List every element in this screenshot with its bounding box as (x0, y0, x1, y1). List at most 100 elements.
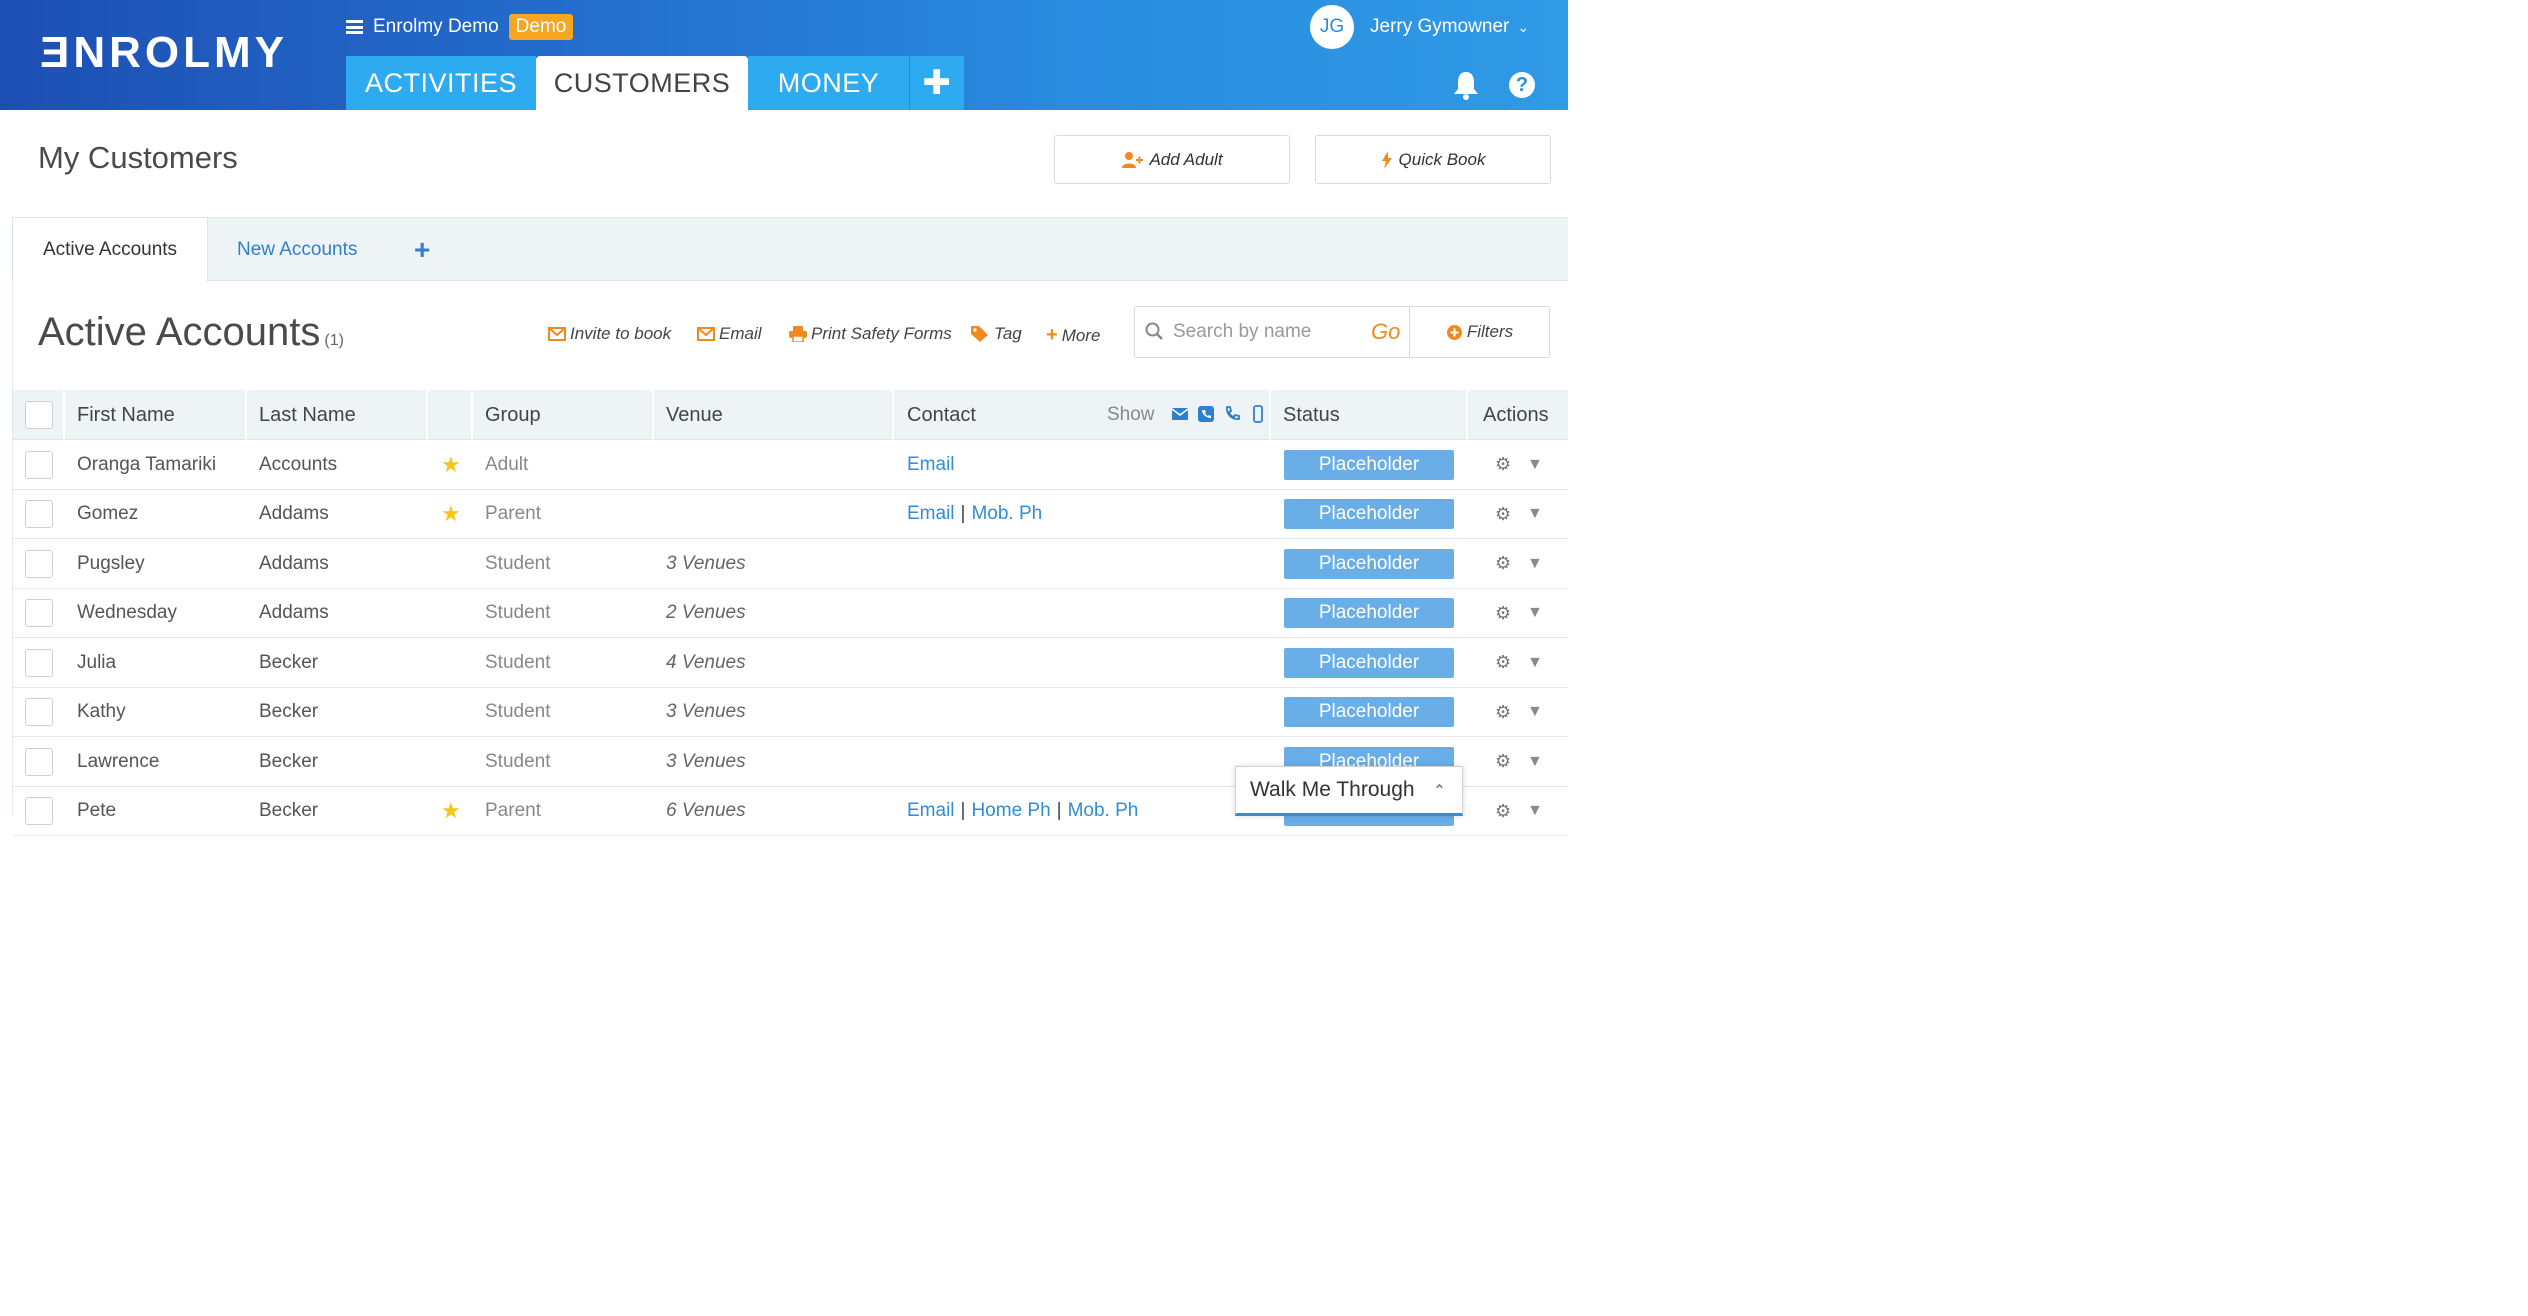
gear-icon[interactable]: ⚙ (1495, 787, 1511, 836)
bell-icon[interactable] (1452, 70, 1480, 100)
column-venue[interactable]: Venue (666, 390, 723, 440)
contact-email-link[interactable]: Email (907, 800, 955, 822)
envelope-icon[interactable] (1171, 405, 1189, 423)
table-row[interactable]: Gomez Addams ★ Parent Email | Mob. Ph Plac… (13, 489, 1568, 539)
row-checkbox[interactable] (25, 698, 53, 726)
chevron-down-icon[interactable]: ▼ (1527, 787, 1543, 836)
gear-icon[interactable]: ⚙ (1495, 490, 1511, 539)
table-row[interactable]: Wednesday Addams Student 2 Venues Placeh… (13, 588, 1568, 638)
subtab-active-accounts[interactable]: Active Accounts (12, 217, 208, 282)
phone-icon[interactable] (1223, 405, 1241, 423)
status-badge[interactable]: Placeholder (1284, 548, 1454, 579)
status-badge[interactable]: Placeholder (1284, 449, 1454, 480)
status-badge[interactable]: Placeholder (1284, 499, 1454, 529)
contact-home-link[interactable]: Home Ph (971, 800, 1050, 822)
column-group[interactable]: Group (485, 390, 541, 440)
avatar[interactable]: JG (1310, 5, 1354, 49)
status-badge[interactable]: Placeholder (1284, 647, 1454, 678)
first-name[interactable]: Lawrence (77, 737, 159, 786)
star-icon[interactable]: ★ (441, 440, 461, 489)
table-row[interactable]: Oranga Tamariki Accounts ★ Adult Email P… (13, 440, 1568, 490)
venue[interactable]: 3 Venues (666, 737, 746, 786)
venue[interactable]: 4 Venues (666, 638, 746, 687)
gear-icon[interactable]: ⚙ (1495, 539, 1511, 588)
row-checkbox[interactable] (25, 599, 53, 627)
row-checkbox[interactable] (25, 747, 53, 776)
help-icon[interactable]: ? (1509, 72, 1535, 98)
filters-button[interactable]: Filters (1411, 307, 1549, 357)
star-icon[interactable]: ★ (441, 787, 461, 836)
contact-email-link[interactable]: Email (907, 503, 955, 525)
print-safety-forms-button[interactable]: Print Safety Forms (789, 324, 952, 344)
last-name[interactable]: Becker (259, 688, 318, 737)
last-name[interactable]: Addams (259, 539, 329, 588)
more-button[interactable]: + More (1046, 324, 1100, 347)
contact-mobile-link[interactable]: Mob. Ph (1068, 800, 1139, 822)
last-name[interactable]: Addams (259, 490, 329, 539)
user-name[interactable]: Jerry Gymowner (1370, 16, 1509, 38)
tab-activities[interactable]: ACTIVITIES (346, 56, 536, 110)
table-row[interactable]: Pugsley Addams Student 3 Venues Placehol… (13, 539, 1568, 589)
first-name[interactable]: Oranga Tamariki (77, 440, 216, 489)
chevron-down-icon[interactable]: ▼ (1527, 440, 1543, 489)
first-name[interactable]: Kathy (77, 688, 126, 737)
venue[interactable]: 2 Venues (666, 589, 746, 638)
row-checkbox[interactable] (25, 549, 53, 578)
table-row[interactable]: Julia Becker Student 4 Venues Placeholde… (13, 638, 1568, 688)
first-name[interactable]: Pugsley (77, 539, 145, 588)
gear-icon[interactable]: ⚙ (1495, 589, 1511, 638)
mobile-icon[interactable] (1249, 405, 1267, 423)
chevron-up-icon[interactable]: ⌃ (1433, 781, 1446, 801)
status-badge[interactable]: Placeholder (1284, 697, 1454, 727)
chevron-down-icon[interactable]: ▼ (1527, 688, 1543, 737)
chevron-down-icon[interactable]: ⌄ (1517, 19, 1529, 36)
first-name[interactable]: Julia (77, 638, 116, 687)
column-status[interactable]: Status (1283, 390, 1340, 440)
venue[interactable]: 3 Venues (666, 688, 746, 737)
venue[interactable]: 3 Venues (666, 539, 746, 588)
status-badge[interactable]: Placeholder (1284, 598, 1454, 628)
enrolmy-logo[interactable]: ƎNROLMY (40, 28, 288, 78)
first-name[interactable]: Gomez (77, 490, 138, 539)
user-menu[interactable]: JG Jerry Gymowner ⌄ (1310, 5, 1529, 49)
column-contact[interactable]: Contact (907, 390, 976, 440)
chevron-down-icon[interactable]: ▼ (1527, 490, 1543, 539)
tab-money[interactable]: MONEY (748, 56, 910, 110)
contact-mobile-link[interactable]: Mob. Ph (971, 503, 1042, 525)
row-checkbox[interactable] (25, 450, 53, 479)
quick-book-button[interactable]: Quick Book (1315, 135, 1551, 184)
search-input[interactable] (1173, 317, 1363, 347)
row-checkbox[interactable] (25, 500, 53, 528)
tab-customers[interactable]: CUSTOMERS (536, 56, 748, 110)
venue[interactable]: 6 Venues (666, 787, 746, 836)
walk-me-through-widget[interactable]: Walk Me Through ⌃ (1235, 766, 1463, 816)
column-first-name[interactable]: First Name (77, 390, 175, 440)
last-name[interactable]: Accounts (259, 440, 337, 489)
gear-icon[interactable]: ⚙ (1495, 688, 1511, 737)
invite-to-book-button[interactable]: Invite to book (548, 324, 671, 344)
chevron-down-icon[interactable]: ▼ (1527, 737, 1543, 786)
org-name[interactable]: Enrolmy Demo (373, 16, 499, 38)
contact-email-link[interactable]: Email (907, 454, 955, 476)
first-name[interactable]: Pete (77, 787, 116, 836)
chevron-down-icon[interactable]: ▼ (1527, 638, 1543, 687)
select-all-checkbox[interactable] (25, 401, 53, 429)
row-checkbox[interactable] (25, 797, 53, 825)
add-subtab-plus-icon[interactable]: + (414, 217, 430, 282)
first-name[interactable]: Wednesday (77, 589, 177, 638)
gear-icon[interactable]: ⚙ (1495, 638, 1511, 687)
chevron-down-icon[interactable]: ▼ (1527, 539, 1543, 588)
phone-square-icon[interactable] (1197, 405, 1215, 423)
last-name[interactable]: Becker (259, 638, 318, 687)
search-go-button[interactable]: Go (1371, 319, 1400, 345)
gear-icon[interactable]: ⚙ (1495, 737, 1511, 786)
hamburger-menu-icon[interactable] (346, 20, 363, 34)
chevron-down-icon[interactable]: ▼ (1527, 589, 1543, 638)
star-icon[interactable]: ★ (441, 490, 461, 539)
add-tab-plus-icon[interactable]: ✚ (910, 56, 964, 110)
table-row[interactable]: Kathy Becker Student 3 Venues Placeholde… (13, 687, 1568, 737)
org-switcher[interactable]: Enrolmy Demo Demo (346, 14, 574, 40)
subtab-new-accounts[interactable]: New Accounts (237, 217, 357, 282)
column-last-name[interactable]: Last Name (259, 390, 356, 440)
last-name[interactable]: Becker (259, 737, 318, 786)
